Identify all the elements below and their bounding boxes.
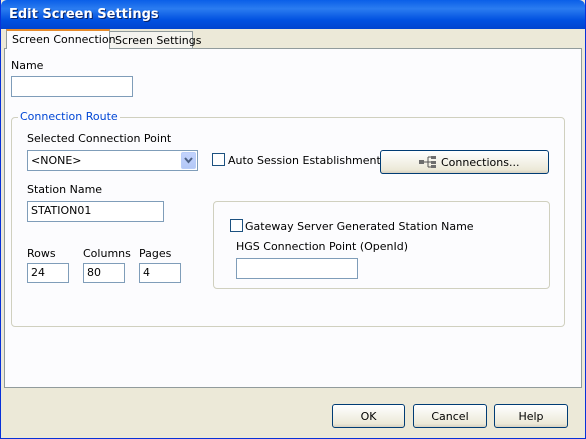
- title-bar[interactable]: Edit Screen Settings: [1, 0, 585, 29]
- rows-field[interactable]: 24: [27, 263, 69, 283]
- name-label: Name: [11, 59, 44, 72]
- edit-screen-settings-dialog: Edit Screen Settings Screen Connection S…: [0, 0, 586, 439]
- screen-connection-panel: Name Connection Route Selected Connectio…: [4, 48, 582, 388]
- help-button[interactable]: Help: [494, 404, 568, 428]
- selected-connection-point-dropdown[interactable]: <NONE>: [27, 150, 198, 171]
- tab-screen-connection[interactable]: Screen Connection: [6, 29, 116, 49]
- columns-label: Columns: [83, 247, 131, 260]
- chevron-down-icon[interactable]: [181, 152, 196, 169]
- tab-screen-settings[interactable]: Screen Settings: [109, 31, 201, 48]
- help-button-label: Help: [518, 410, 544, 423]
- dialog-button-bar: OK Cancel Help: [1, 396, 585, 438]
- hgs-connection-point-label: HGS Connection Point (OpenId): [236, 240, 409, 253]
- auto-session-label: Auto Session Establishment: [228, 154, 381, 167]
- connections-button[interactable]: Connections...: [380, 150, 549, 174]
- hgs-connection-point-field[interactable]: [236, 258, 358, 279]
- auto-session-checkbox[interactable]: [212, 153, 225, 166]
- window-title: Edit Screen Settings: [9, 7, 159, 22]
- station-name-label: Station Name: [27, 183, 103, 196]
- selected-connection-point-label: Selected Connection Point: [27, 132, 172, 145]
- columns-field[interactable]: 80: [83, 263, 125, 283]
- station-name-field[interactable]: STATION01: [27, 201, 164, 222]
- connections-button-label: Connections...: [441, 156, 520, 169]
- ok-button-label: OK: [360, 410, 377, 423]
- network-tree-icon: [419, 156, 437, 171]
- gateway-station-name-label: Gateway Server Generated Station Name: [245, 220, 474, 233]
- tab-label: Screen Settings: [115, 34, 202, 47]
- cancel-button-label: Cancel: [431, 410, 469, 423]
- pages-label: Pages: [139, 247, 172, 260]
- ok-button[interactable]: OK: [332, 404, 405, 428]
- gateway-station-name-checkbox[interactable]: [230, 219, 243, 232]
- name-field[interactable]: [11, 76, 133, 97]
- tab-label: Screen Connection: [12, 33, 116, 46]
- pages-field[interactable]: 4: [139, 263, 181, 283]
- selected-connection-point-value: <NONE>: [31, 154, 82, 167]
- rows-label: Rows: [27, 247, 56, 260]
- connection-route-legend: Connection Route: [18, 110, 120, 123]
- cancel-button[interactable]: Cancel: [413, 404, 487, 428]
